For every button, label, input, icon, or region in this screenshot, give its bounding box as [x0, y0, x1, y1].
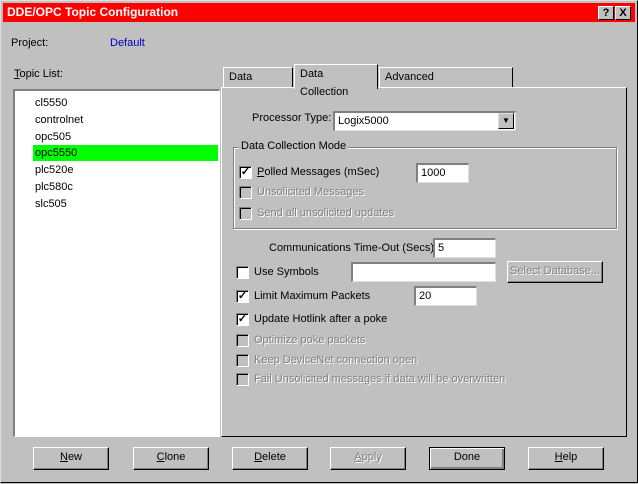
polled-messages-checkbox[interactable]: ✓ — [239, 166, 252, 179]
chevron-down-icon[interactable]: ▼ — [498, 113, 514, 129]
use-symbols-checkbox[interactable] — [236, 266, 249, 279]
processor-type-label: Processor Type: — [252, 112, 332, 124]
keep-devicenet-label: Keep DeviceNet connection open — [254, 354, 418, 366]
polled-messages-label: Polled Messages (mSec) — [257, 166, 380, 178]
select-database-button[interactable]: Select Database... — [507, 261, 603, 283]
unsolicited-messages-label: Unsolicited Messages — [257, 186, 364, 198]
limit-packets-label: Limit Maximum Packets — [254, 290, 371, 302]
keep-devicenet-checkbox[interactable] — [236, 354, 249, 367]
fail-unsolicited-label: Fail Unsolicited messages if data will b… — [254, 373, 506, 385]
update-hotlink-label: Update Hotlink after a poke — [254, 313, 388, 325]
data-collection-mode-label: Data Collection Mode — [239, 140, 349, 152]
fail-unsolicited-checkbox[interactable] — [236, 373, 249, 386]
polled-interval-input[interactable]: 1000 — [416, 163, 469, 183]
limit-packets-checkbox[interactable]: ✓ — [236, 290, 249, 303]
dialog-window: DDE/OPC Topic Configuration ? X Project:… — [0, 0, 638, 483]
symbols-database-input[interactable] — [351, 262, 496, 282]
use-symbols-label: Use Symbols — [254, 266, 319, 278]
send-unsolicited-label: Send all unsolicited updates — [257, 207, 394, 219]
optimize-poke-label: Optimize poke packets — [254, 334, 366, 346]
send-unsolicited-checkbox[interactable] — [239, 207, 252, 220]
timeout-label: Communications Time-Out (Secs): — [269, 242, 438, 254]
unsolicited-messages-checkbox[interactable] — [239, 186, 252, 199]
limit-packets-input[interactable]: 20 — [414, 286, 477, 306]
optimize-poke-checkbox[interactable] — [236, 334, 249, 347]
processor-type-value: Logix5000 — [338, 115, 389, 127]
update-hotlink-checkbox[interactable]: ✓ — [236, 313, 249, 326]
timeout-input[interactable]: 5 — [433, 238, 496, 258]
processor-type-select[interactable]: Logix5000 ▼ — [333, 111, 516, 131]
